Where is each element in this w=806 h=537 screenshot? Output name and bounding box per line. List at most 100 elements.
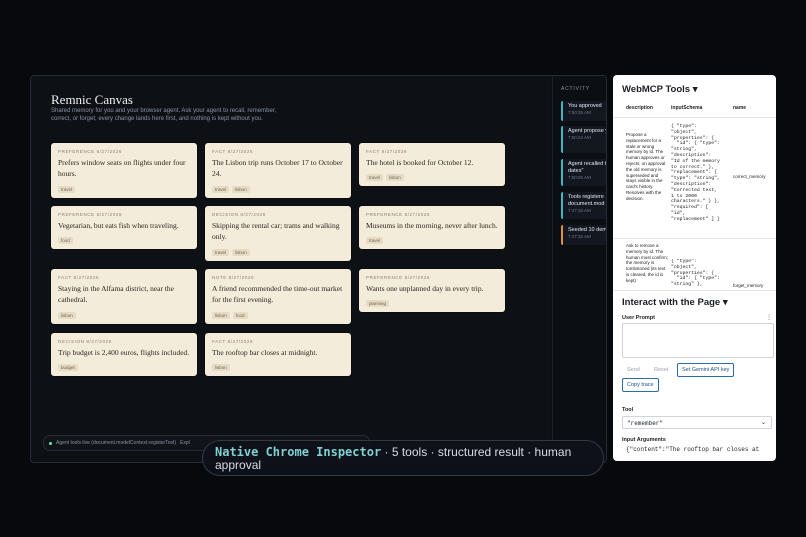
- activity-header: ACTIVITY: [561, 86, 590, 92]
- card-tags: lisbon: [58, 312, 76, 319]
- copy-trace-button[interactable]: Copy trace: [622, 378, 659, 392]
- set-api-key-button[interactable]: Set Gemini API key: [677, 363, 735, 377]
- memory-card[interactable]: FACT 8/27/2026 The rooftop bar closes at …: [205, 333, 351, 376]
- card-tags: travel: [58, 186, 76, 193]
- activity-text: Tools registere document.mod: [568, 194, 605, 207]
- memory-card[interactable]: PREFERENCE 8/27/2026 Museums in the morni…: [359, 206, 505, 249]
- inspector-panel: WebMCP Tools ▾ description inputSchema n…: [613, 75, 776, 461]
- col-name: name: [733, 105, 747, 111]
- user-prompt-input[interactable]: [622, 323, 774, 358]
- webmcp-tools-heading[interactable]: WebMCP Tools ▾: [622, 84, 698, 95]
- card-tags: travel: [366, 237, 384, 244]
- more-options-icon[interactable]: ⋮: [766, 314, 772, 321]
- card-text: The rooftop bar closes at midnight.: [212, 348, 318, 357]
- table-divider: [613, 117, 776, 118]
- status-extra[interactable]: Expl: [180, 440, 190, 446]
- status-dot-icon: [49, 441, 52, 445]
- card-tags: lisbon food: [212, 312, 248, 319]
- page-subtitle: Shared memory for you and your browser a…: [51, 108, 277, 122]
- memory-card[interactable]: FACT 8/27/2026 The hotel is booked for Oc…: [359, 143, 505, 186]
- page-title: Remnic Canvas: [51, 92, 133, 107]
- activity-time: 7:47:32 AM: [568, 234, 591, 239]
- tag-chip[interactable]: food: [58, 237, 73, 244]
- card-tags: planning: [366, 300, 390, 307]
- activity-item[interactable]: Agent propose you7:50:24 AM: [561, 126, 606, 153]
- card-text: The Lisbon trip runs October 17 to Octob…: [212, 158, 343, 178]
- tag-chip[interactable]: lisbon: [212, 364, 230, 371]
- card-kind: NOTE 8/27/2026: [212, 275, 255, 280]
- tag-chip[interactable]: food: [232, 312, 248, 319]
- tool-select-value: "remember": [627, 420, 664, 427]
- card-kind: PREFERENCE 8/27/2026: [58, 149, 123, 154]
- interact-heading[interactable]: Interact with the Page ▾: [622, 297, 728, 308]
- tag-chip[interactable]: budget: [58, 364, 78, 371]
- reset-button[interactable]: Reset: [650, 364, 672, 376]
- tag-chip[interactable]: planning: [366, 300, 390, 307]
- activity-text: Agent propose you: [568, 128, 606, 134]
- activity-item[interactable]: Agent recalled trip dates"7:50:05 AM: [561, 159, 607, 186]
- tag-chip[interactable]: travel: [212, 186, 230, 193]
- memory-card[interactable]: FACT 8/27/2026 Staying in the Alfama dist…: [51, 269, 197, 324]
- tag-chip[interactable]: lisbon: [212, 312, 230, 319]
- send-button[interactable]: Send: [623, 364, 644, 376]
- activity-item[interactable]: Seeded 10 dem 7:47:32 AM: [561, 225, 607, 245]
- col-input-schema: inputSchema: [671, 105, 703, 111]
- card-kind: FACT 8/27/2026: [212, 149, 254, 154]
- card-text: Vegetarian, but eats fish when traveling…: [58, 221, 179, 230]
- tag-chip[interactable]: travel: [366, 237, 384, 244]
- card-text: The hotel is booked for October 12.: [366, 158, 474, 167]
- tag-chip[interactable]: lisbon: [232, 186, 250, 193]
- card-tags: travel lisbon: [212, 249, 250, 256]
- tool-label: Tool: [622, 407, 634, 413]
- memory-card[interactable]: PREFERENCE 8/27/2026 Prefers window seats…: [51, 143, 197, 198]
- activity-text: You approved: [568, 103, 602, 109]
- card-text: Wants one unplanned day in every trip.: [366, 284, 484, 293]
- tag-chip[interactable]: lisbon: [58, 312, 76, 319]
- activity-time: 7:50:05 AM: [568, 175, 591, 180]
- activity-text: Seeded 10 dem: [568, 227, 607, 233]
- activity-panel: ACTIVITY You approved 7:50:35 AM Agent pro…: [552, 76, 607, 462]
- memory-card[interactable]: DECISION 8/27/2026 Skipping the rental ca…: [205, 206, 351, 261]
- activity-time: 7:50:35 AM: [568, 110, 591, 115]
- memory-canvas: Remnic Canvas Shared memory for you and …: [31, 76, 551, 462]
- tool-name: correct_memory: [733, 174, 766, 179]
- memory-card[interactable]: PREFERENCE 8/27/2026 Wants one unplanned …: [359, 269, 505, 312]
- activity-text: Agent recalled trip dates": [568, 161, 607, 174]
- input-arguments-label: Input Arguments: [622, 437, 666, 443]
- tag-chip[interactable]: lisbon: [386, 174, 404, 181]
- tag-chip[interactable]: travel: [58, 186, 76, 193]
- tool-description: Ask to remove a memory by id. The human …: [626, 243, 668, 283]
- card-kind: DECISION 8/27/2026: [58, 339, 112, 344]
- card-text: Skipping the rental car; trams and walki…: [212, 221, 340, 241]
- chevron-down-icon: ⌄: [760, 420, 766, 426]
- card-text: Trip budget is 2,400 euros, flights incl…: [58, 348, 190, 357]
- card-kind: PREFERENCE 8/27/2026: [366, 212, 431, 217]
- tools-table-header: description inputSchema name: [620, 105, 772, 117]
- user-prompt-label: User Prompt: [622, 315, 656, 321]
- card-text: Staying in the Alfama district, near the…: [58, 284, 175, 304]
- tag-chip[interactable]: travel: [212, 249, 230, 256]
- activity-time: 7:50:24 AM: [568, 135, 591, 140]
- memory-card[interactable]: PREFERENCE 8/27/2026 Vegetarian, but eats…: [51, 206, 197, 249]
- tool-input-schema: { "type": "object", "properties": { "id"…: [671, 124, 720, 222]
- activity-item[interactable]: You approved 7:50:35 AM: [561, 101, 606, 121]
- tag-chip[interactable]: travel: [366, 174, 384, 181]
- memory-card[interactable]: NOTE 8/27/2026 A friend recommended the t…: [205, 269, 351, 324]
- col-description: description: [626, 105, 653, 111]
- card-tags: food: [58, 237, 73, 244]
- card-kind: PREFERENCE 8/27/2026: [366, 275, 431, 280]
- card-kind: DECISION 8/27/2026: [212, 212, 266, 217]
- card-tags: budget: [58, 364, 78, 371]
- activity-time: 7:47:32 AM: [568, 208, 591, 213]
- input-arguments-field[interactable]: {"content":"The rooftop bar closes at: [622, 446, 776, 461]
- card-tags: travel lisbon: [366, 174, 404, 181]
- tool-input-schema: { "type": "object", "properties": { "id"…: [671, 259, 720, 288]
- memory-card[interactable]: DECISION 8/27/2026 Trip budget is 2,400 e…: [51, 333, 197, 376]
- card-kind: PREFERENCE 8/27/2026: [58, 212, 123, 217]
- tool-select[interactable]: "remember" ⌄: [622, 416, 772, 429]
- tag-chip[interactable]: lisbon: [232, 249, 250, 256]
- caret-down-icon: ▾: [722, 297, 728, 308]
- memory-card[interactable]: FACT 8/27/2026 The Lisbon trip runs Octob…: [205, 143, 351, 198]
- caption-banner: Native Chrome Inspector · 5 tools · stru…: [202, 440, 604, 476]
- activity-item[interactable]: Tools registere document.mod 7:47:32 AM: [561, 192, 606, 219]
